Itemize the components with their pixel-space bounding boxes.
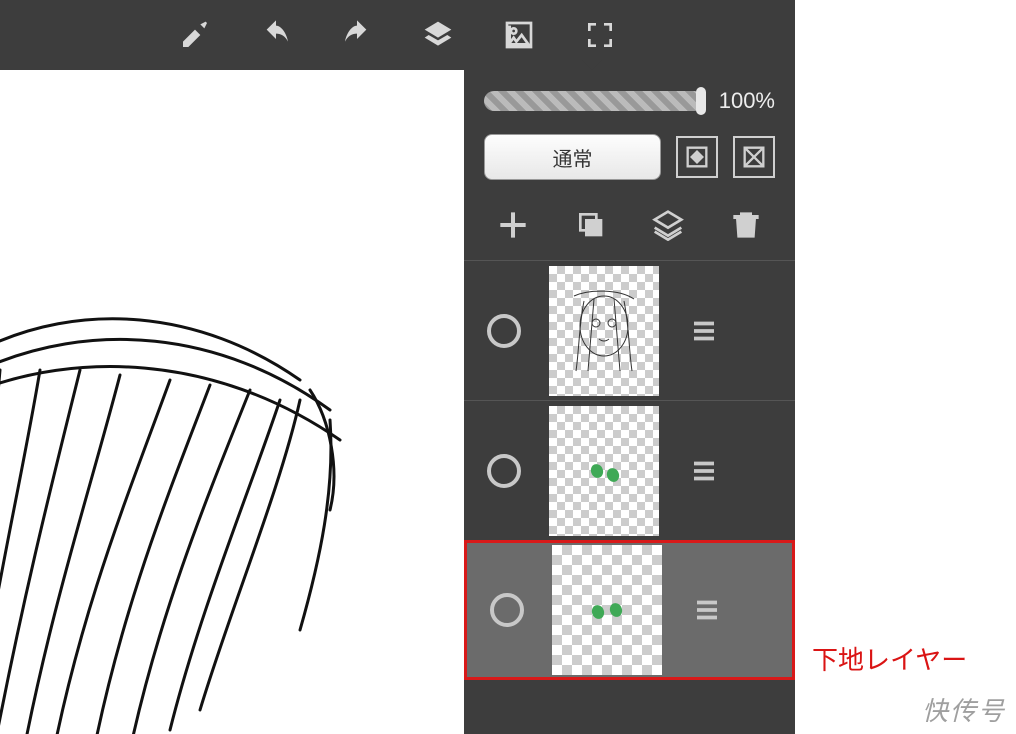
layers-icon[interactable] [420,17,456,53]
delete-layer-icon[interactable] [726,205,766,245]
layer-options-icon[interactable] [674,456,734,486]
visibility-circle-icon[interactable] [487,454,521,488]
alpha-lock-icon[interactable] [733,136,775,178]
layer-visibility-toggle[interactable] [477,593,537,627]
clip-mask-icon[interactable] [676,136,718,178]
opacity-row: 100% [464,70,795,124]
layer-item[interactable] [464,260,795,400]
layer-item-selected[interactable] [464,540,795,680]
opacity-slider[interactable] [484,91,704,111]
blend-mode-label: 通常 [553,143,593,172]
paint-dot [590,603,606,620]
undo-icon[interactable] [258,17,294,53]
blend-mode-button[interactable]: 通常 [484,134,661,180]
duplicate-layer-icon[interactable] [571,205,611,245]
layer-options-icon[interactable] [674,316,734,346]
hair-sketch [0,70,464,734]
opacity-thumb[interactable] [696,87,706,115]
layer-options-icon[interactable] [677,595,737,625]
layers-panel: 100% 通常 [464,70,795,734]
layer-thumbnail[interactable] [552,545,662,675]
layer-thumbnail[interactable] [549,406,659,536]
blend-row: 通常 [464,124,795,190]
layer-visibility-toggle[interactable] [474,454,534,488]
paint-dot [608,601,624,618]
fullscreen-icon[interactable] [582,17,618,53]
add-layer-icon[interactable] [493,205,533,245]
panel-pointer-caret [582,60,602,70]
visibility-circle-icon[interactable] [490,593,524,627]
watermark-text: 快传号 [922,691,1006,728]
annotation-selected-layer: 下地レイヤー [812,640,967,677]
thumb-sketch [554,271,654,391]
merge-layers-icon[interactable] [648,205,688,245]
pen-quick-icon[interactable] [177,17,213,53]
layer-visibility-toggle[interactable] [474,314,534,348]
paint-dot [605,466,621,483]
image-icon[interactable] [501,17,537,53]
opacity-value: 100% [719,88,775,114]
top-toolbar [0,0,795,70]
visibility-circle-icon[interactable] [487,314,521,348]
canvas-area[interactable] [0,70,464,734]
paint-dot [589,462,605,479]
layer-item[interactable] [464,400,795,540]
layer-ops-row [464,190,795,260]
layer-thumbnail[interactable] [549,266,659,396]
redo-icon[interactable] [339,17,375,53]
